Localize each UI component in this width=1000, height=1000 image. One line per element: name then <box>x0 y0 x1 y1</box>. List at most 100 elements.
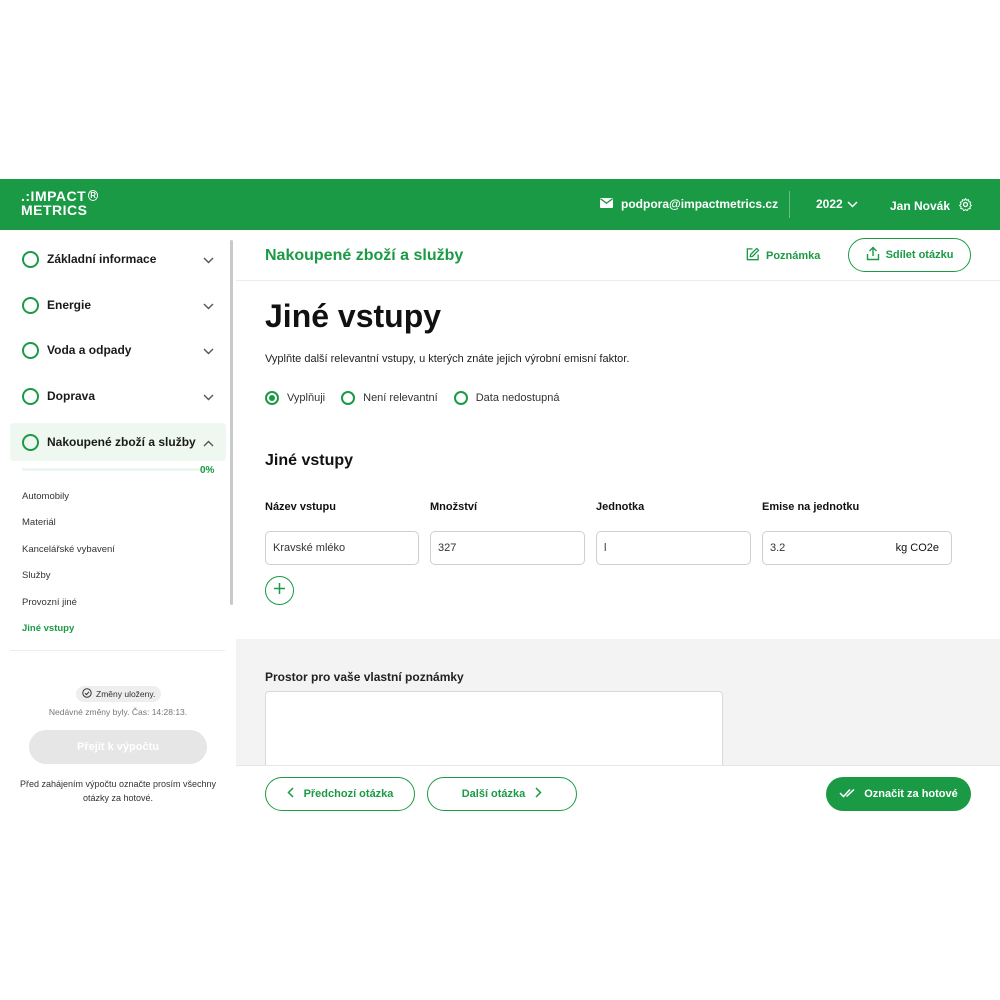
radio-neni-relevantni[interactable]: Není relevantní <box>341 391 438 405</box>
calculation-note: Před zahájením výpočtu označte prosím vš… <box>19 779 217 803</box>
check-circle-icon <box>82 688 92 700</box>
chevron-down-icon <box>847 197 858 211</box>
radio-label: Vyplňuji <box>287 392 326 404</box>
logo-registered-mark: R <box>88 190 99 201</box>
year-value: 2022 <box>816 197 843 211</box>
header-divider <box>789 191 790 218</box>
double-check-icon <box>839 788 856 801</box>
status-circle-icon <box>22 433 39 451</box>
notes-label: Prostor pro vaše vlastní poznámky <box>265 670 464 684</box>
emission-unit-suffix: kg CO2e <box>895 542 939 554</box>
column-header-emise: Emise na jednotku <box>762 501 860 513</box>
status-circle-icon <box>22 387 39 405</box>
sidebar-section-voda-a-odpady[interactable]: Voda a odpady <box>10 331 226 369</box>
previous-button-label: Předchozí otázka <box>303 788 394 800</box>
share-icon <box>866 246 880 264</box>
radio-vyplnuji[interactable]: Vyplňuji <box>265 391 325 405</box>
sidebar-subitem-kancelarske-vybaveni[interactable]: Kancelářské vybavení <box>22 544 115 555</box>
main-content: Nakoupené zboží a služby Poznámka Sdílet… <box>236 230 1000 820</box>
chevron-up-icon <box>203 436 214 450</box>
unit-value: l <box>604 542 607 554</box>
share-button-label: Sdílet otázku <box>885 249 954 261</box>
subsection-title: Jiné vstupy <box>265 452 354 469</box>
status-circle-icon <box>22 250 39 268</box>
user-menu[interactable]: Jan Novák <box>890 197 973 215</box>
sidebar: Základní informace Energie Voda a odpady… <box>0 230 236 820</box>
chevron-right-icon <box>535 787 542 801</box>
chevron-down-icon <box>203 299 214 313</box>
saved-status-text: Změny uloženy. <box>96 689 156 699</box>
sidebar-subitem-sluzby[interactable]: Služby <box>22 570 51 581</box>
logo-line2: METRICS <box>21 202 88 218</box>
radio-selected-icon <box>265 391 279 405</box>
radio-data-nedostupna[interactable]: Data nedostupná <box>453 391 560 405</box>
note-link[interactable]: Poznámka <box>745 247 820 265</box>
unit-field[interactable]: l <box>596 531 751 565</box>
top-header: .:IMPACT R METRICS podpora@impactmetrics.… <box>0 179 1000 230</box>
quantity-value: 327 <box>438 542 457 554</box>
previous-question-button[interactable]: Předchozí otázka <box>265 777 415 811</box>
section-progress-label: 0% <box>200 465 215 476</box>
bottom-navigation-bar: Předchozí otázka Další otázka Označit za… <box>236 765 1000 820</box>
sidebar-section-energie[interactable]: Energie <box>10 286 226 324</box>
year-select[interactable]: 2022 <box>816 197 858 211</box>
input-name-value: Kravské mléko <box>273 542 346 554</box>
share-question-button[interactable]: Sdílet otázku <box>848 238 971 272</box>
question-title: Jiné vstupy <box>265 298 442 334</box>
chevron-down-icon <box>203 253 214 267</box>
chevron-down-icon <box>203 344 214 358</box>
add-row-button[interactable] <box>265 576 294 605</box>
column-header-jednotka: Jednotka <box>596 501 645 513</box>
column-header-nazev: Název vstupu <box>265 501 336 513</box>
sidebar-divider <box>10 650 225 651</box>
sidebar-subitem-provozni-jine[interactable]: Provozní jiné <box>22 597 77 608</box>
sidebar-section-label: Základní informace <box>47 252 157 266</box>
sidebar-section-label: Energie <box>47 298 92 312</box>
next-question-button[interactable]: Další otázka <box>427 777 577 811</box>
sidebar-section-label: Nakoupené zboží a služby <box>47 435 196 449</box>
mark-as-done-label: Označit za hotové <box>864 788 958 800</box>
user-name: Jan Novák <box>890 199 951 213</box>
column-header-mnozstvi: Množství <box>430 501 478 513</box>
gear-icon[interactable] <box>958 197 973 215</box>
next-button-label: Další otázka <box>461 788 526 800</box>
input-name-field[interactable]: Kravské mléko <box>265 531 419 565</box>
notes-textarea[interactable] <box>265 691 723 765</box>
emission-value: 3.2 <box>770 542 786 554</box>
mail-icon <box>600 197 613 211</box>
sidebar-subitem-automobily[interactable]: Automobily <box>22 491 69 502</box>
sidebar-section-label: Voda a odpady <box>47 343 132 357</box>
support-email-text: podpora@impactmetrics.cz <box>621 197 779 211</box>
sidebar-scrollbar[interactable] <box>230 240 233 605</box>
go-to-calculation-button[interactable]: Přejít k výpočtu <box>29 730 207 764</box>
radio-label: Není relevantní <box>363 392 438 404</box>
chevron-down-icon <box>203 390 214 404</box>
sidebar-subitem-material[interactable]: Materiál <box>22 517 56 528</box>
chevron-left-icon <box>287 787 294 801</box>
radio-unselected-icon <box>453 391 468 405</box>
impact-metrics-logo[interactable]: .:IMPACT R METRICS <box>21 189 99 218</box>
status-circle-icon <box>22 296 39 314</box>
sidebar-section-label: Doprava <box>47 389 96 403</box>
last-saved-note: Nedávné změny byly. Čas: 14:28:13. <box>48 707 188 717</box>
mark-as-done-button[interactable]: Označit za hotové <box>826 777 971 811</box>
sidebar-section-zakladni-informace[interactable]: Základní informace <box>10 240 226 278</box>
quantity-field[interactable]: 327 <box>430 531 585 565</box>
sidebar-subitem-jine-vstupy[interactable]: Jiné vstupy <box>22 623 74 634</box>
content-header-divider <box>236 280 1000 281</box>
radio-label: Data nedostupná <box>475 392 560 404</box>
edit-icon <box>745 247 760 265</box>
status-circle-icon <box>22 341 39 359</box>
emission-per-unit-field[interactable]: 3.2 kg CO2e <box>762 531 952 565</box>
question-description: Vyplňte další relevantní vstupy, u který… <box>265 353 630 365</box>
sidebar-section-doprava[interactable]: Doprava <box>10 377 226 415</box>
support-email-link[interactable]: podpora@impactmetrics.cz <box>600 197 778 211</box>
saved-status-badge: Změny uloženy. <box>76 686 162 702</box>
note-link-label: Poznámka <box>766 250 821 262</box>
radio-unselected-icon <box>341 391 356 405</box>
sidebar-section-nakoupene-zbozi[interactable]: Nakoupené zboží a služby <box>10 423 226 461</box>
section-progress-bar <box>22 468 212 471</box>
section-title: Nakoupené zboží a služby <box>265 247 464 264</box>
plus-icon <box>273 582 286 600</box>
answer-status-radio-group: Vyplňuji Není relevantní Data nedostupná <box>265 391 560 405</box>
